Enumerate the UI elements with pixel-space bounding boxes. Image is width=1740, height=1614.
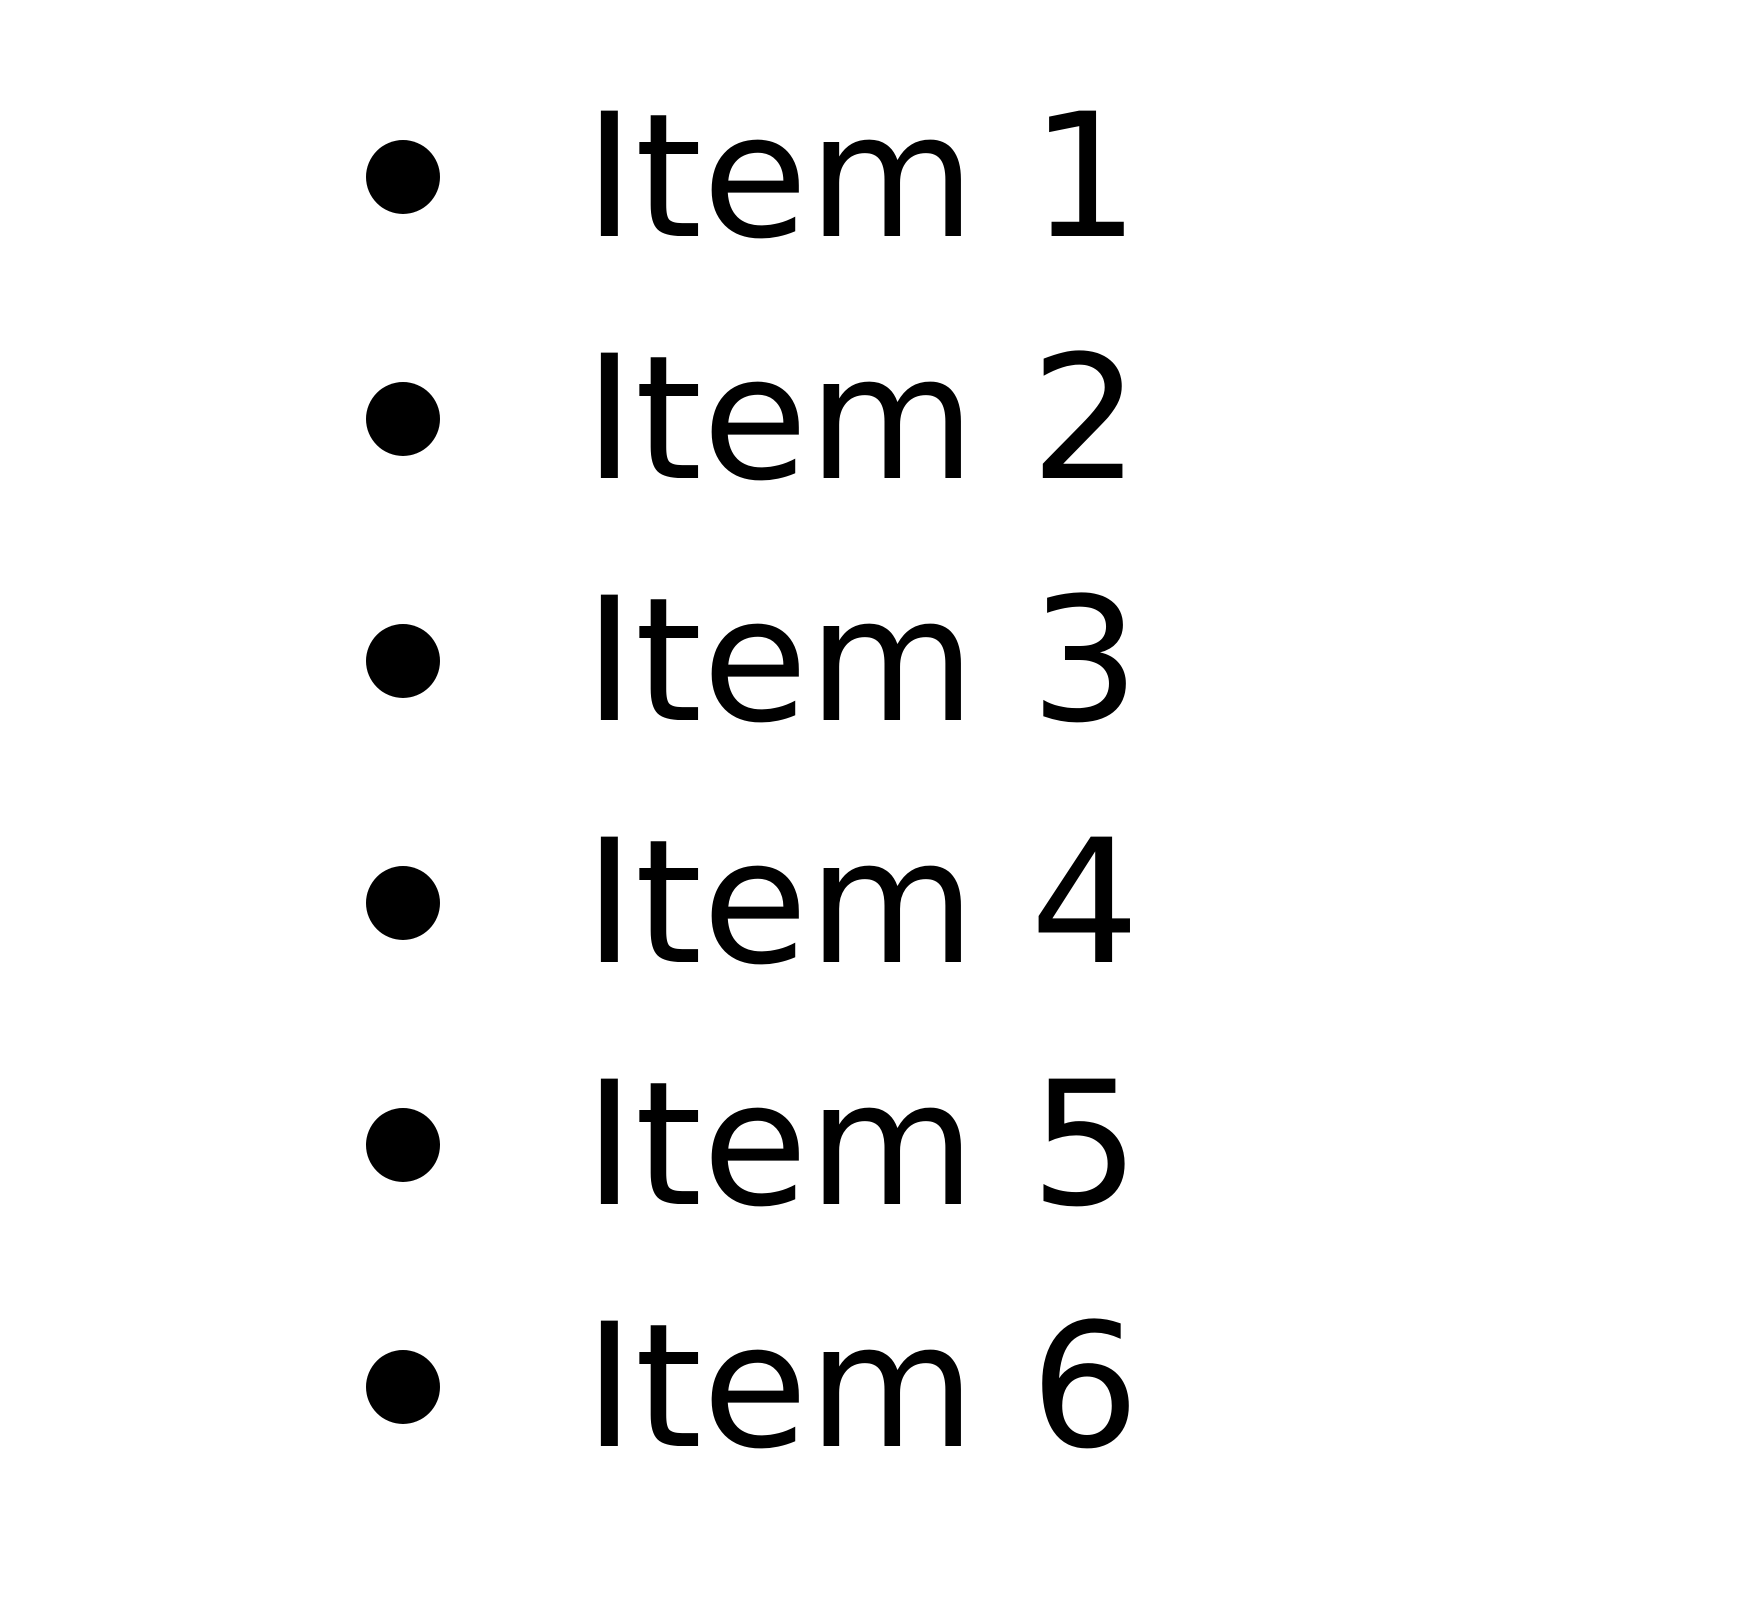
list-item: Item 3 [366,540,1140,782]
bullet-icon [366,382,440,456]
list-item-label: Item 6 [584,1286,1140,1487]
list-item-label: Item 2 [584,318,1140,519]
list-item-label: Item 3 [584,560,1140,761]
list-item-label: Item 1 [584,76,1140,277]
bullet-icon [366,624,440,698]
bullet-icon [366,1350,440,1424]
list-item: Item 1 [366,56,1140,298]
list-item: Item 6 [366,1266,1140,1508]
bullet-list: Item 1 Item 2 Item 3 Item 4 Item 5 Item … [366,56,1140,1508]
bullet-icon [366,1108,440,1182]
list-item-label: Item 4 [584,802,1140,1003]
bullet-icon [366,140,440,214]
list-item: Item 4 [366,782,1140,1024]
list-item: Item 2 [366,298,1140,540]
list-item-label: Item 5 [584,1044,1140,1245]
bullet-icon [366,866,440,940]
list-item: Item 5 [366,1024,1140,1266]
